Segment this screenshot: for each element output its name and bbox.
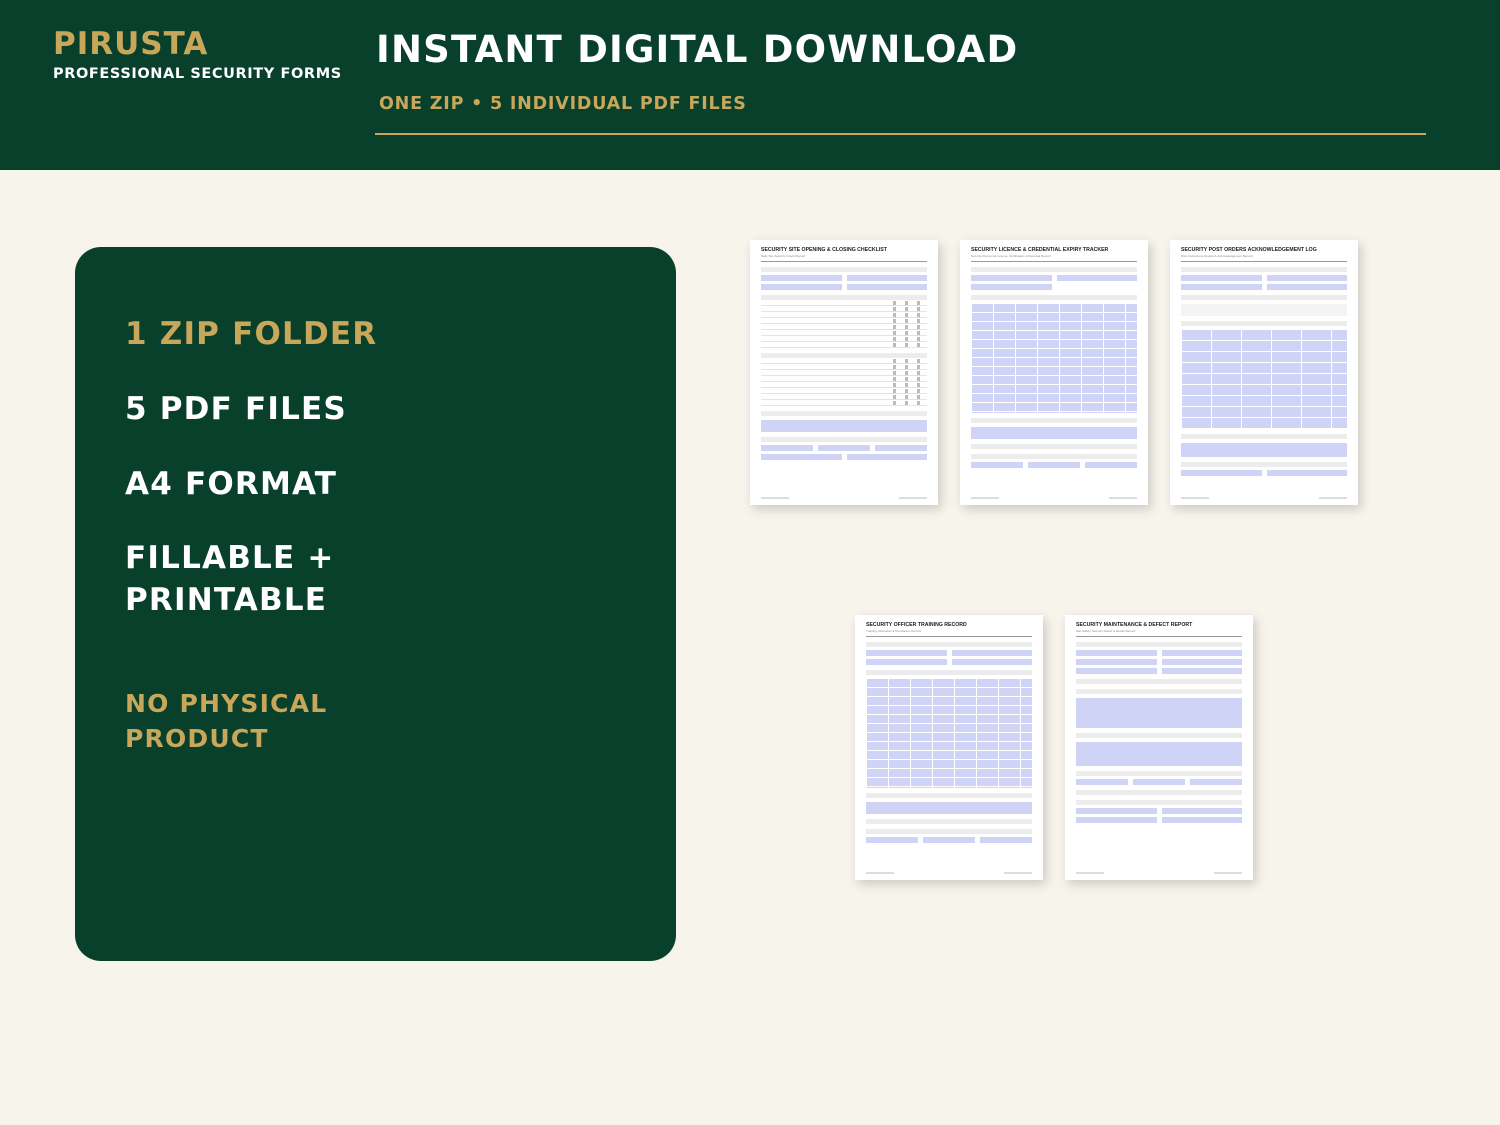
features-panel: 1 ZIP FOLDER 5 PDF FILES A4 FORMAT FILLA… xyxy=(75,247,676,961)
feature-zip-folder: 1 ZIP FOLDER xyxy=(125,316,378,352)
form-title: SECURITY LICENCE & CREDENTIAL EXPIRY TRA… xyxy=(971,247,1109,253)
form-subtitle: Training, Refresher & Completion Record xyxy=(866,629,921,633)
form-title: SECURITY POST ORDERS ACKNOWLEDGEMENT LOG xyxy=(1181,247,1317,253)
brand: PIRUSTA PROFESSIONAL SECURITY FORMS xyxy=(53,26,342,82)
form-text-block xyxy=(1181,304,1347,316)
form-field-row xyxy=(1076,817,1242,823)
form-section xyxy=(1181,434,1347,439)
form-section xyxy=(1076,790,1242,795)
hero-title: INSTANT DIGITAL DOWNLOAD xyxy=(376,28,1019,71)
form-footer xyxy=(971,497,1137,499)
form-thumbnail-training-record: SECURITY OFFICER TRAINING RECORD Trainin… xyxy=(855,615,1043,880)
form-section xyxy=(761,267,927,272)
feature-no-physical: NO PHYSICAL xyxy=(125,689,328,718)
form-divider xyxy=(1076,636,1242,637)
form-field-row xyxy=(1076,650,1242,656)
form-text-block xyxy=(1076,698,1242,728)
form-text-block xyxy=(971,427,1137,439)
checklist-row xyxy=(761,400,927,406)
form-thumbnail-opening-closing-checklist: SECURITY SITE OPENING & CLOSING CHECKLIS… xyxy=(750,240,938,505)
form-section xyxy=(1181,321,1347,326)
form-section xyxy=(761,437,927,442)
form-section xyxy=(866,829,1032,834)
brand-subtitle: PROFESSIONAL SECURITY FORMS xyxy=(53,66,342,82)
form-field-row xyxy=(1181,284,1347,290)
form-field-row xyxy=(761,454,927,460)
acknowledgement-table xyxy=(1181,329,1347,429)
form-section xyxy=(761,411,927,416)
tracker-table xyxy=(971,303,1137,413)
form-subtitle: Post Instructions Review & Acknowledgeme… xyxy=(1181,254,1253,258)
form-section xyxy=(971,418,1137,423)
form-section xyxy=(1076,642,1242,647)
form-title: SECURITY SITE OPENING & CLOSING CHECKLIS… xyxy=(761,247,887,253)
form-section xyxy=(866,642,1032,647)
form-field-row xyxy=(866,659,1032,665)
form-thumbnail-post-orders-log: SECURITY POST ORDERS ACKNOWLEDGEMENT LOG… xyxy=(1170,240,1358,505)
form-field-row xyxy=(761,445,927,451)
form-field-row xyxy=(1181,275,1347,281)
feature-pdf-files: 5 PDF FILES xyxy=(125,391,347,427)
form-section xyxy=(866,670,1032,675)
form-field-row xyxy=(971,462,1137,468)
form-section xyxy=(971,454,1137,459)
form-field-row xyxy=(1076,668,1242,674)
form-section xyxy=(1076,679,1242,684)
feature-a4-format: A4 FORMAT xyxy=(125,466,338,502)
form-subtitle: Security Personnel Licence, Certificatio… xyxy=(971,254,1051,258)
form-section xyxy=(971,444,1137,449)
form-field-row xyxy=(1076,779,1242,785)
form-section xyxy=(1181,267,1347,272)
hero-subtitle: ONE ZIP • 5 INDIVIDUAL PDF FILES xyxy=(379,94,747,114)
form-section xyxy=(971,267,1137,272)
form-field-row xyxy=(866,650,1032,656)
form-divider xyxy=(971,261,1137,262)
form-section xyxy=(971,295,1137,300)
form-divider xyxy=(761,261,927,262)
form-footer xyxy=(866,872,1032,874)
form-field-row xyxy=(761,284,927,290)
form-text-block xyxy=(761,420,927,432)
form-divider xyxy=(1181,261,1347,262)
form-divider xyxy=(866,636,1032,637)
form-field-row xyxy=(1076,808,1242,814)
feature-product: PRODUCT xyxy=(125,724,269,753)
form-subtitle: Daily Site Security Check Record xyxy=(761,254,806,258)
training-table xyxy=(866,678,1032,788)
header-banner: PIRUSTA PROFESSIONAL SECURITY FORMS INST… xyxy=(0,0,1500,170)
form-title: SECURITY OFFICER TRAINING RECORD xyxy=(866,622,967,628)
form-field-row xyxy=(971,284,1137,290)
form-field-row xyxy=(971,275,1137,281)
form-field-row xyxy=(1076,659,1242,665)
feature-fillable: FILLABLE + xyxy=(125,540,335,576)
form-section xyxy=(1076,800,1242,805)
hero-divider xyxy=(375,133,1426,135)
form-subtitle: Site Safety, Security Defect & Repair Re… xyxy=(1076,629,1136,633)
form-text-block xyxy=(1076,742,1242,766)
checklist-row xyxy=(761,342,927,348)
form-text-block xyxy=(1181,443,1347,457)
form-section xyxy=(1181,295,1347,300)
form-section xyxy=(1076,733,1242,738)
form-title: SECURITY MAINTENANCE & DEFECT REPORT xyxy=(1076,622,1193,628)
feature-printable: PRINTABLE xyxy=(125,582,328,618)
form-footer xyxy=(1076,872,1242,874)
form-field-row xyxy=(866,837,1032,843)
form-field-row xyxy=(1181,470,1347,476)
form-section xyxy=(1076,771,1242,776)
form-text-block xyxy=(866,802,1032,814)
form-thumbnail-licence-expiry-tracker: SECURITY LICENCE & CREDENTIAL EXPIRY TRA… xyxy=(960,240,1148,505)
form-section xyxy=(1181,462,1347,467)
form-field-row xyxy=(761,275,927,281)
brand-name: PIRUSTA xyxy=(53,26,209,62)
form-section xyxy=(866,793,1032,798)
form-thumbnail-maintenance-defect-report: SECURITY MAINTENANCE & DEFECT REPORT Sit… xyxy=(1065,615,1253,880)
form-footer xyxy=(761,497,927,499)
form-section xyxy=(866,819,1032,824)
form-section xyxy=(1076,689,1242,694)
form-footer xyxy=(1181,497,1347,499)
